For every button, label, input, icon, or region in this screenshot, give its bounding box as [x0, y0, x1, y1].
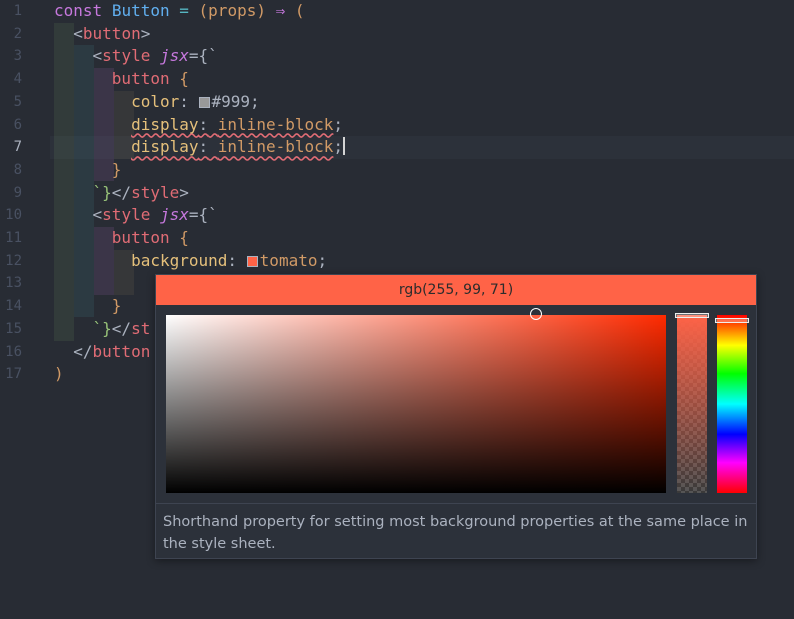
code-line-10[interactable]: <style jsx={` — [54, 204, 218, 227]
semicolon: ; — [333, 114, 344, 134]
opacity-gradient — [677, 315, 707, 493]
colon: : — [198, 114, 209, 134]
line-number: 14 — [5, 298, 22, 315]
css-value: #999 — [211, 91, 251, 111]
css-property: background — [131, 250, 228, 270]
tag-name: style — [102, 205, 151, 225]
line-number: 3 — [13, 48, 22, 65]
component-name: Button — [111, 1, 170, 20]
colon: : — [179, 91, 189, 111]
code-line-16[interactable]: </button — [54, 341, 150, 364]
color-swatch-icon[interactable] — [198, 96, 210, 108]
text-cursor — [343, 137, 346, 156]
semicolon: ; — [333, 137, 344, 157]
saturation-box[interactable] — [166, 308, 666, 493]
paren: ( — [294, 1, 305, 20]
attr-tail: ={` — [188, 46, 218, 66]
line-number: 13 — [5, 275, 22, 292]
code-line-9[interactable]: `}</style> — [54, 182, 189, 205]
code-line-14[interactable]: } — [54, 295, 122, 318]
tag-bracket: > — [179, 182, 189, 202]
tag-bracket: < — [92, 46, 103, 66]
css-value: inline-block — [217, 114, 334, 134]
opacity-handle[interactable] — [675, 313, 709, 318]
line-number: 11 — [5, 230, 22, 246]
brace: } — [111, 296, 122, 316]
attr-name: jsx — [159, 46, 189, 66]
divider — [156, 503, 756, 504]
code-line-3[interactable]: <style jsx={` — [54, 45, 218, 68]
code-line-11[interactable]: button { — [54, 227, 189, 250]
line-number: 17 — [5, 366, 22, 383]
tag-bracket: < — [92, 205, 103, 225]
code-line-2[interactable]: <button> — [54, 23, 150, 46]
operator-equals: = — [179, 1, 189, 20]
css-property: display — [131, 114, 199, 134]
code-line-1[interactable]: const Button = (props) ⇒ ( — [54, 0, 305, 23]
line-number: 12 — [5, 252, 22, 269]
css-selector: button — [111, 228, 170, 247]
line-number: 2 — [13, 25, 22, 42]
css-property: display — [131, 137, 199, 157]
keyword-const: const — [54, 1, 103, 20]
code-line-7[interactable]: display: inline-block; — [54, 136, 346, 159]
brace: } — [111, 159, 122, 179]
code-line-5[interactable]: color: #999; — [54, 91, 260, 114]
opacity-strip[interactable] — [675, 313, 709, 493]
code-line-4[interactable]: button { — [54, 68, 189, 91]
attr-tail: ={` — [188, 205, 218, 225]
arrow-operator: ⇒ — [275, 1, 286, 20]
colon: : — [227, 250, 238, 270]
tag-name: style — [102, 46, 151, 66]
color-swatch-icon[interactable] — [246, 255, 258, 267]
template-end: `} — [92, 318, 112, 338]
css-value: inline-block — [217, 137, 334, 157]
brace: { — [179, 69, 189, 89]
color-value-header[interactable]: rgb(255, 99, 71) — [156, 275, 756, 305]
css-property: color — [131, 91, 180, 111]
code-line-17[interactable]: ) — [54, 363, 64, 386]
color-picker-widget[interactable]: rgb(255, 99, 71) Shorthand property for … — [155, 274, 757, 559]
line-number: 4 — [13, 71, 22, 88]
tag-bracket: > — [140, 23, 151, 43]
hue-strip[interactable] — [715, 315, 749, 493]
code-line-6[interactable]: display: inline-block; — [54, 114, 343, 137]
paren: ) — [256, 1, 266, 20]
brace: { — [179, 228, 189, 247]
css-value: tomato — [259, 250, 318, 270]
semicolon: ; — [317, 250, 328, 270]
code-line-15[interactable]: `}</st — [54, 318, 151, 341]
line-number: 6 — [13, 116, 22, 133]
tag-name: style — [131, 182, 180, 202]
paren: ) — [54, 364, 64, 384]
line-number: 8 — [13, 161, 22, 178]
line-number: 9 — [13, 184, 22, 201]
colon: : — [198, 137, 209, 157]
paren: ( — [198, 1, 209, 20]
semicolon: ; — [250, 91, 260, 111]
saturation-handle[interactable] — [530, 308, 542, 320]
line-number: 1 — [13, 3, 22, 19]
template-end: `} — [92, 182, 112, 202]
tag-bracket: </ — [111, 318, 132, 338]
line-number: 5 — [13, 93, 22, 110]
css-selector: button — [111, 69, 170, 89]
tag-name: button — [82, 23, 141, 43]
tag-bracket: < — [73, 23, 83, 43]
line-number: 7 — [13, 139, 22, 156]
property-description: Shorthand property for setting most back… — [163, 514, 748, 552]
code-line-8[interactable]: } — [54, 159, 122, 182]
line-number: 16 — [5, 343, 22, 360]
tag-name: st — [131, 318, 151, 338]
hue-handle[interactable] — [715, 318, 749, 323]
param-props: props — [208, 1, 257, 20]
line-number: 10 — [5, 207, 22, 224]
line-number: 15 — [5, 320, 22, 337]
tag-bracket: </ — [73, 341, 93, 361]
tag-bracket: </ — [111, 182, 132, 202]
attr-name: jsx — [159, 205, 189, 225]
code-line-12[interactable]: background: tomato; — [54, 250, 327, 273]
tag-name: button — [92, 341, 151, 361]
